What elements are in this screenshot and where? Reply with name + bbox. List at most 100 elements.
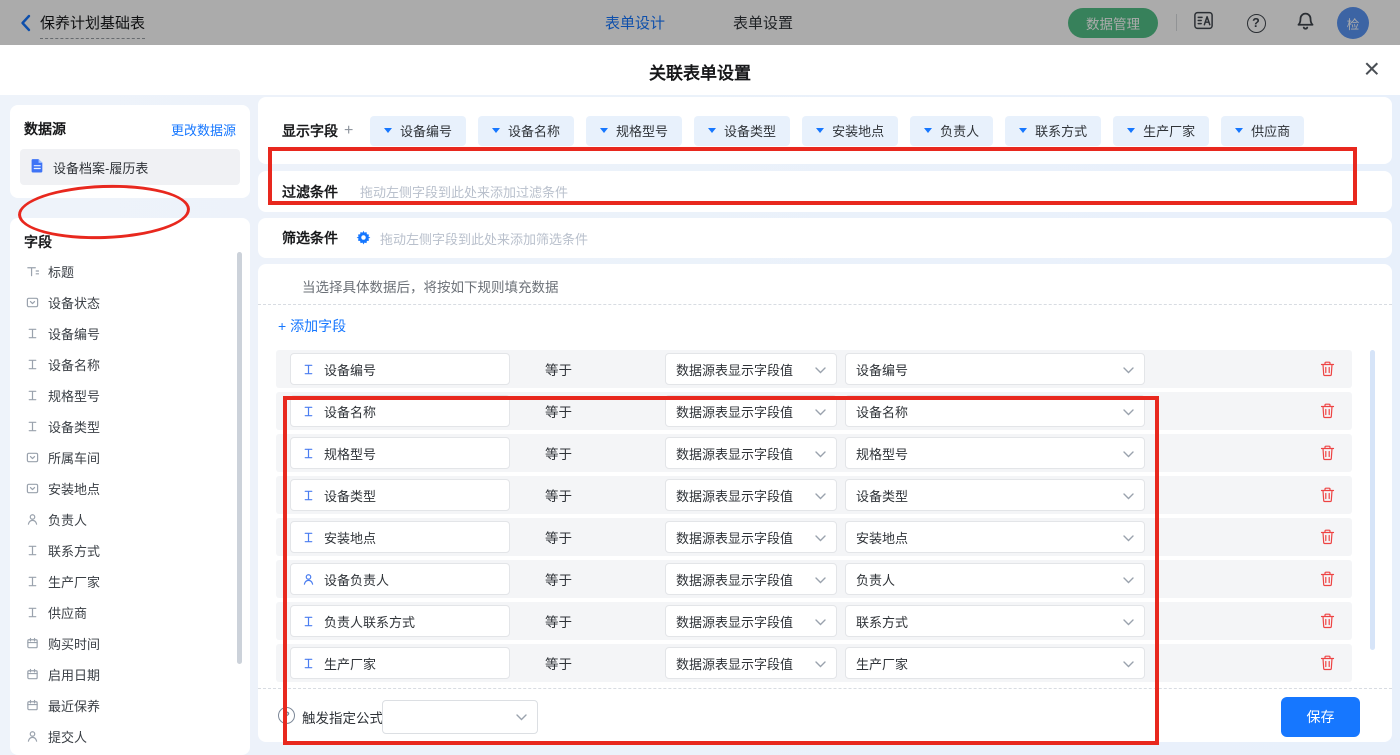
rules-scrollbar[interactable]: [1370, 350, 1375, 650]
change-datasource-link[interactable]: 更改数据源: [171, 120, 236, 139]
caret-down-icon: [1127, 128, 1135, 133]
gear-icon[interactable]: [356, 230, 371, 250]
field-list-item[interactable]: 启用日期: [10, 659, 242, 690]
display-field-chip[interactable]: 生产厂家: [1113, 116, 1209, 146]
chip-label: 联系方式: [1035, 121, 1087, 140]
close-icon[interactable]: ×: [1364, 51, 1380, 87]
field-type-icon: [25, 544, 39, 557]
display-field-chip[interactable]: 联系方式: [1005, 116, 1101, 146]
rule-source-field-select[interactable]: 设备名称: [845, 395, 1145, 427]
help-icon[interactable]: ?: [278, 707, 295, 724]
chip-label: 设备名称: [508, 121, 560, 140]
delete-rule-button[interactable]: [1319, 529, 1335, 545]
field-list-item[interactable]: 提交人: [10, 721, 242, 752]
chevron-down-icon: [815, 488, 826, 503]
display-field-chip[interactable]: 设备编号: [370, 116, 466, 146]
field-list-item[interactable]: 标题: [10, 256, 242, 287]
display-field-chip[interactable]: 规格型号: [586, 116, 682, 146]
field-label: 启用日期: [48, 665, 100, 684]
rule-source-field-select[interactable]: 规格型号: [845, 437, 1145, 469]
rule-operator: 等于: [545, 602, 572, 640]
rule-source-type-select[interactable]: 数据源表显示字段值: [665, 647, 837, 679]
filter-dropzone[interactable]: 拖动左侧字段到此处来添加过滤条件: [360, 171, 568, 212]
rule-target-field[interactable]: 生产厂家: [290, 647, 510, 679]
display-field-chip[interactable]: 安装地点: [802, 116, 898, 146]
delete-rule-button[interactable]: [1319, 445, 1335, 461]
datasource-item[interactable]: 设备档案-履历表: [20, 149, 240, 185]
rule-target-field[interactable]: 设备编号: [290, 353, 510, 385]
rule-source-type-select[interactable]: 数据源表显示字段值: [665, 479, 837, 511]
rule-source-type-select[interactable]: 数据源表显示字段值: [665, 437, 837, 469]
field-list-item[interactable]: 设备编号: [10, 318, 242, 349]
rule-source-type-select[interactable]: 数据源表显示字段值: [665, 521, 837, 553]
field-list-item[interactable]: 生产厂家: [10, 566, 242, 597]
rule-target-field[interactable]: 负责人联系方式: [290, 605, 510, 637]
display-field-chip[interactable]: 供应商: [1221, 116, 1304, 146]
field-label: 生产厂家: [48, 572, 100, 591]
save-button[interactable]: 保存: [1281, 697, 1360, 737]
rule-source-type-value: 数据源表显示字段值: [676, 528, 793, 547]
field-list-item[interactable]: 设备状态: [10, 287, 242, 318]
rule-source-type-select[interactable]: 数据源表显示字段值: [665, 395, 837, 427]
chevron-down-icon: [1123, 530, 1134, 545]
rule-source-type-select[interactable]: 数据源表显示字段值: [665, 605, 837, 637]
field-list-item[interactable]: 联系方式: [10, 535, 242, 566]
field-list-item[interactable]: 设备名称: [10, 349, 242, 380]
field-type-icon: [301, 573, 315, 586]
display-field-chip[interactable]: 设备类型: [694, 116, 790, 146]
field-list-item[interactable]: 规格型号: [10, 380, 242, 411]
field-type-icon: [25, 668, 39, 681]
delete-rule-button[interactable]: [1319, 613, 1335, 629]
rule-source-type-value: 数据源表显示字段值: [676, 612, 793, 631]
sift-dropzone[interactable]: 拖动左侧字段到此处来添加筛选条件: [380, 218, 588, 258]
delete-rule-button[interactable]: [1319, 655, 1335, 671]
rule-source-field-select[interactable]: 负责人: [845, 563, 1145, 595]
field-label: 联系方式: [48, 541, 100, 560]
field-label: 安装地点: [48, 479, 100, 498]
delete-rule-button[interactable]: [1319, 403, 1335, 419]
rule-target-field[interactable]: 规格型号: [290, 437, 510, 469]
delete-rule-button[interactable]: [1319, 361, 1335, 377]
fields-scrollbar[interactable]: [237, 252, 242, 664]
trigger-formula-select[interactable]: [382, 700, 538, 734]
caret-down-icon: [1235, 128, 1243, 133]
caret-down-icon: [924, 128, 932, 133]
add-display-field-button[interactable]: +: [344, 97, 353, 164]
rule-target-field[interactable]: 安装地点: [290, 521, 510, 553]
chevron-down-icon: [1123, 362, 1134, 377]
field-list-item[interactable]: 最近保养: [10, 690, 242, 721]
chevron-down-icon: [815, 572, 826, 587]
field-list-item[interactable]: 安装地点: [10, 473, 242, 504]
display-field-chip[interactable]: 设备名称: [478, 116, 574, 146]
field-type-icon: [25, 637, 39, 650]
field-label: 供应商: [48, 603, 87, 622]
delete-rule-button[interactable]: [1319, 487, 1335, 503]
field-list-item[interactable]: 设备类型: [10, 411, 242, 442]
add-field-link[interactable]: + 添加字段: [278, 316, 346, 336]
field-list-item[interactable]: 所属车间: [10, 442, 242, 473]
chevron-down-icon: [815, 614, 826, 629]
caret-down-icon: [384, 128, 392, 133]
rule-field-label: 生产厂家: [324, 654, 376, 673]
delete-rule-button[interactable]: [1319, 571, 1335, 587]
rule-target-field[interactable]: 设备负责人: [290, 563, 510, 595]
rule-target-field[interactable]: 设备类型: [290, 479, 510, 511]
rule-target-field[interactable]: 设备名称: [290, 395, 510, 427]
rule-source-field-select[interactable]: 设备编号: [845, 353, 1145, 385]
display-field-chip[interactable]: 负责人: [910, 116, 993, 146]
divider: [258, 304, 1392, 305]
rule-source-type-select[interactable]: 数据源表显示字段值: [665, 353, 837, 385]
field-list-item[interactable]: 负责人: [10, 504, 242, 535]
field-list-item[interactable]: 供应商: [10, 597, 242, 628]
field-label: 设备类型: [48, 417, 100, 436]
chevron-down-icon: [1123, 488, 1134, 503]
rule-source-type-select[interactable]: 数据源表显示字段值: [665, 563, 837, 595]
rule-source-field-select[interactable]: 生产厂家: [845, 647, 1145, 679]
rule-row: 安装地点 等于 数据源表显示字段值 安装地点: [276, 518, 1352, 556]
rule-source-field-select[interactable]: 安装地点: [845, 521, 1145, 553]
rule-operator: 等于: [545, 476, 572, 514]
rule-source-field-select[interactable]: 联系方式: [845, 605, 1145, 637]
rule-source-field-select[interactable]: 设备类型: [845, 479, 1145, 511]
field-list-item[interactable]: 购买时间: [10, 628, 242, 659]
chip-label: 供应商: [1251, 121, 1290, 140]
